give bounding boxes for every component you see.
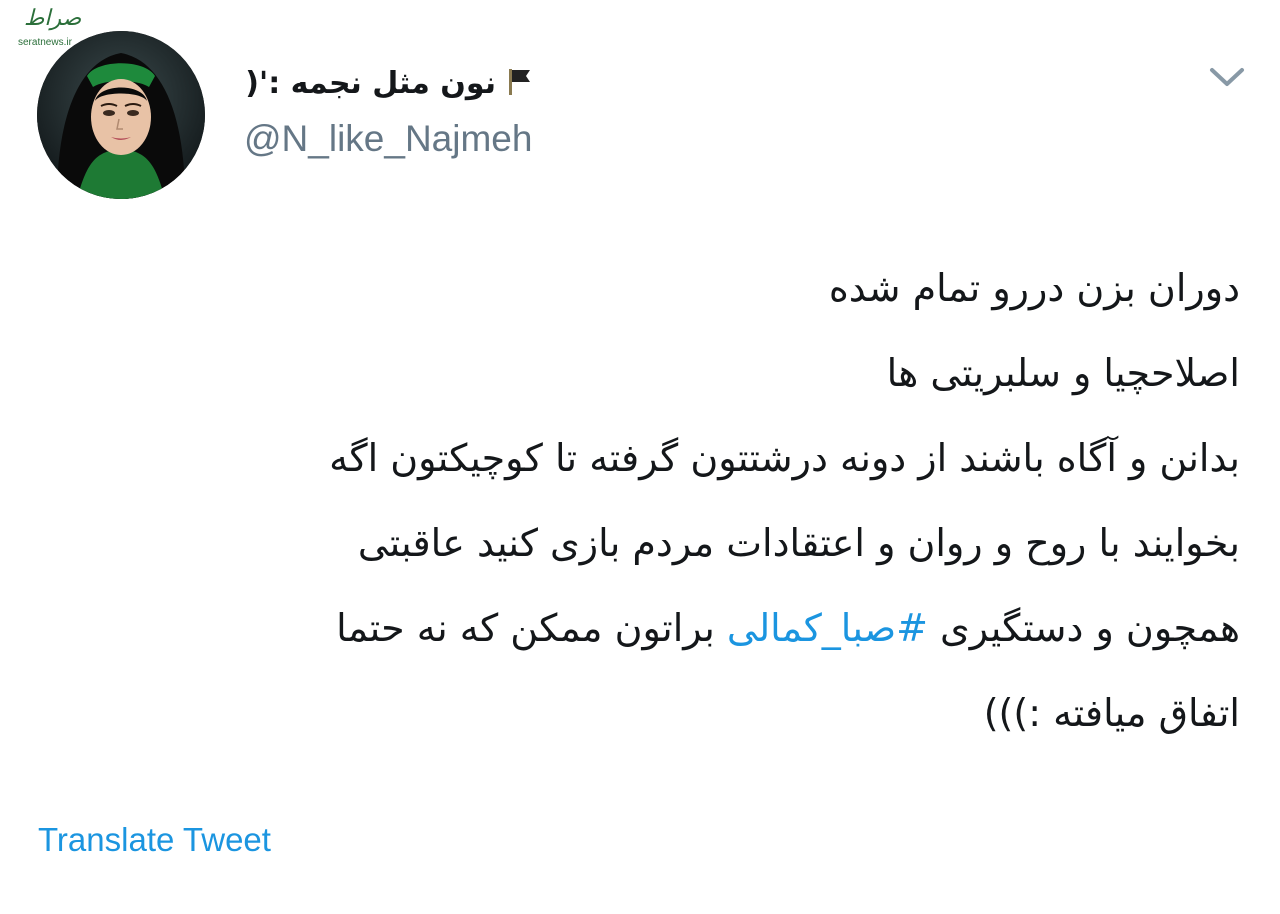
hashtag-link[interactable]: #صبا_کمالی <box>727 606 928 650</box>
watermark-url: seratnews.ir <box>18 37 72 48</box>
chevron-down-icon <box>1210 68 1244 86</box>
tweet-line-4: بخوایند با روح و روان و اعتقادات مردم با… <box>357 521 1240 565</box>
tweet-text: دوران بزن دررو تمام شده اصلاحچیا و سلبری… <box>40 246 1240 756</box>
avatar[interactable] <box>37 31 205 199</box>
tweet-line-2: اصلاحچیا و سلبریتی ها <box>886 351 1240 395</box>
tweet-line-5-start: همچون و دستگیری <box>927 606 1240 650</box>
tweet-line-6: اتفاق میافته :))) <box>983 691 1240 735</box>
avatar-image <box>37 31 205 199</box>
flag-icon <box>496 66 532 101</box>
tweet-menu-button[interactable] <box>1208 64 1246 90</box>
display-name-row[interactable]: نون مثل نجمه :'( <box>244 62 532 106</box>
user-handle[interactable]: @N_like_Najmeh <box>244 114 532 164</box>
tweet-line-5: همچون و دستگیری #صبا_کمالی براتون ممکن ک… <box>40 586 1240 671</box>
translate-tweet-link[interactable]: Translate Tweet <box>38 818 271 862</box>
tweet-line-5-end: براتون ممکن که نه حتما <box>336 606 727 650</box>
tweet-line-3: بدانن و آگاه باشند از دونه درشتتون گرفته… <box>329 436 1240 480</box>
display-name[interactable]: نون مثل نجمه :'( <box>245 66 496 101</box>
tweet-line-1: دوران بزن دررو تمام شده <box>828 266 1240 310</box>
watermark-logo: صراط <box>24 6 82 31</box>
author-block[interactable]: نون مثل نجمه :'( @N_like_Najmeh <box>244 62 532 164</box>
